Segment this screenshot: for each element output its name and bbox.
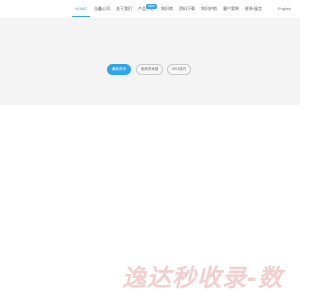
nav-home[interactable]: HOME xyxy=(75,6,87,12)
ecommerce-academy-button[interactable]: 电商学术馆 xyxy=(136,64,163,75)
nav-company[interactable]: 当鑫公司 xyxy=(94,6,110,12)
hero-banner: 最新资讯 电商学术馆 SEO技巧 xyxy=(0,18,300,105)
watermark-text: 逸达秒收录-数 xyxy=(122,264,283,292)
seo-tips-button[interactable]: SEO技巧 xyxy=(167,64,191,75)
nav-active-indicator xyxy=(72,16,90,17)
nav-knowledge[interactable]: 知识库 xyxy=(161,6,173,12)
top-navigation: HOME 当鑫公司 关于我们 产品中心 NEW 知识库 资料下载 知识护航 客户… xyxy=(0,0,300,18)
language-switch[interactable]: English xyxy=(278,6,291,12)
nav-new-badge: NEW xyxy=(146,4,157,9)
latest-news-button[interactable]: 最新资讯 xyxy=(107,64,131,75)
page: HOME 当鑫公司 关于我们 产品中心 NEW 知识库 资料下载 知识护航 客户… xyxy=(0,0,300,300)
nav-escort[interactable]: 知识护航 xyxy=(201,6,217,12)
nav-cases[interactable]: 客户案例 xyxy=(223,6,239,12)
nav-contact[interactable]: 联系/留言 xyxy=(245,6,262,12)
nav-about[interactable]: 关于我们 xyxy=(116,6,132,12)
nav-downloads[interactable]: 资料下载 xyxy=(179,6,195,12)
